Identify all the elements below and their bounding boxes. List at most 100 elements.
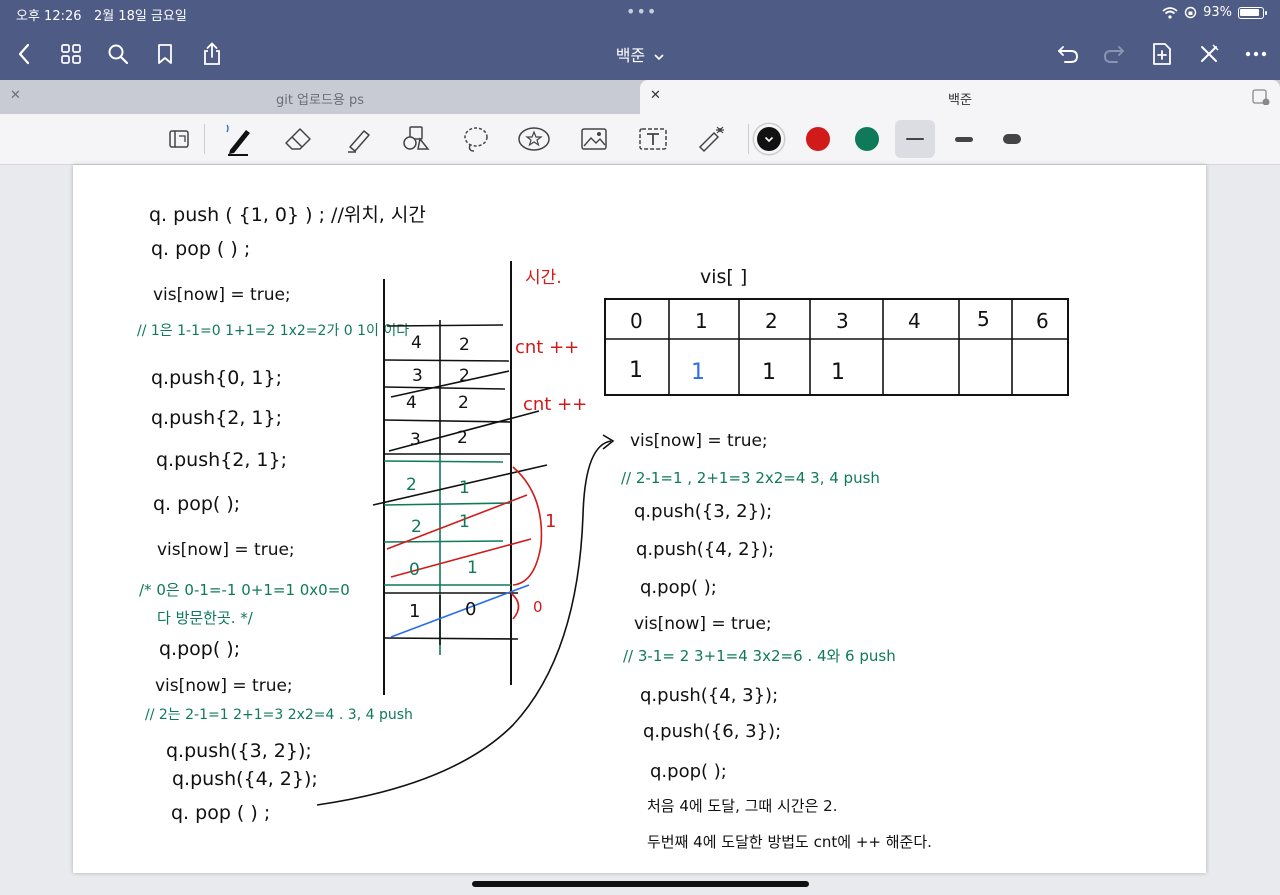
pen-tool-button[interactable] — [220, 122, 256, 156]
vis-header: 1 — [695, 309, 708, 333]
note-text: vis[now] = true; — [157, 540, 295, 560]
color-swatch-green[interactable] — [855, 127, 879, 151]
tab-baekjoon[interactable]: ✕ 백준 — [640, 80, 1280, 114]
note-comment: // 2-1=1 , 2+1=3 2x2=4 3, 4 push — [621, 469, 880, 487]
note-text: vis[now] = true; — [630, 431, 768, 451]
vis-header: 2 — [765, 309, 778, 333]
queue-cell: 1 — [409, 601, 420, 622]
note-text: 처음 4에 도달, 그때 시간은 2. — [647, 797, 837, 815]
vis-value: 1 — [831, 360, 845, 385]
page-tool-button[interactable] — [162, 122, 198, 156]
queue-cell: 2 — [459, 366, 470, 386]
note-text: q.push{0, 1}; — [151, 367, 282, 389]
note-text: q. pop ( ) ; — [151, 238, 250, 260]
page-layout-icon — [169, 130, 189, 148]
note-text: q. push ( {1, 0} ) ; //위치, 시간 — [149, 204, 426, 226]
vis-value: 1 — [691, 360, 705, 385]
more-button[interactable] — [1240, 38, 1272, 70]
tab-git[interactable]: ✕ git 업로드용 ps — [0, 80, 640, 114]
eraser-icon — [285, 128, 311, 150]
note-text: q.pop( ); — [159, 638, 240, 660]
queue-cell: 3 — [410, 430, 421, 450]
tab-bar: ✕ git 업로드용 ps ✕ 백준 — [0, 80, 1280, 114]
note-text: q.push{2, 1}; — [151, 407, 282, 429]
text-box-icon — [639, 128, 667, 150]
stroke-medium-icon — [955, 136, 973, 142]
stroke-medium-button[interactable] — [944, 120, 984, 158]
tab-label: git 업로드용 ps — [275, 93, 365, 108]
queue-cell: 3 — [412, 366, 423, 386]
vis-value: 1 — [629, 358, 643, 383]
sticker-tool-button[interactable] — [516, 122, 552, 156]
vis-header: 0 — [630, 309, 643, 333]
battery-percent: 93% — [1203, 5, 1232, 20]
handwriting-canvas: q. push ( {1, 0} ) ; //위치, 시간 q. pop ( )… — [137, 204, 1069, 851]
note-text: q.push({4, 2}); — [172, 768, 318, 790]
stroke-thick-button[interactable] — [992, 120, 1032, 158]
queue-cell: 4 — [411, 333, 422, 353]
note-page[interactable]: q. push ( {1, 0} ) ; //위치, 시간 q. pop ( )… — [73, 165, 1206, 873]
queue-cell: 2 — [406, 475, 417, 495]
home-indicator[interactable] — [472, 881, 809, 887]
undo-button[interactable] — [1052, 38, 1084, 70]
vis-header: 4 — [908, 309, 921, 333]
pen-close-icon — [1201, 44, 1219, 62]
shapes-icon — [403, 126, 430, 150]
vis-table-title: vis[ ] — [700, 266, 747, 288]
note-text: vis[now] = true; — [153, 285, 291, 305]
eraser-tool-button[interactable] — [280, 122, 316, 156]
close-editing-button[interactable] — [1193, 38, 1225, 70]
status-indicators: 93% — [1162, 5, 1267, 20]
image-icon — [581, 128, 607, 150]
vis-header: 5 — [977, 307, 990, 331]
note-text: q.pop( ); — [650, 761, 727, 782]
chevron-down-icon — [654, 54, 664, 61]
cnt-label: cnt ++ — [523, 394, 587, 415]
add-page-button[interactable] — [1146, 38, 1178, 70]
document-title[interactable]: 백준 — [0, 42, 1280, 66]
sticker-icon — [518, 127, 550, 151]
note-comment: /* 0은 0-1=-1 0+1=1 0x0=0 — [139, 581, 350, 599]
stroke-thick-icon — [1003, 134, 1021, 144]
stroke-thin-icon — [906, 138, 924, 140]
queue-cell: 1 — [459, 512, 470, 532]
redo-button[interactable] — [1098, 38, 1130, 70]
orientation-lock-icon — [1184, 6, 1197, 19]
multitask-dots-icon[interactable]: ••• — [626, 2, 657, 21]
note-text: 두번째 4에 도달한 방법도 cnt에 ++ 해준다. — [647, 833, 932, 851]
highlighter-tool-button[interactable] — [340, 122, 376, 156]
queue-cell: 4 — [406, 393, 417, 413]
queue-cell: 0 — [465, 599, 476, 620]
note-text: q.push{2, 1}; — [156, 449, 287, 471]
stroke-thin-button[interactable] — [895, 120, 935, 158]
note-text: vis[now] = true; — [634, 614, 772, 634]
note-comment: // 3-1= 2 3+1=4 3x2=6 . 4와 6 push — [623, 647, 896, 665]
queue-cell: 2 — [458, 393, 469, 413]
color-swatch-red[interactable] — [806, 127, 830, 151]
queue-cell: 2 — [459, 335, 470, 355]
image-tool-button[interactable] — [576, 122, 612, 156]
note-text: q. pop ( ) ; — [171, 802, 270, 824]
chevron-down-icon — [764, 136, 774, 143]
undo-icon — [1058, 46, 1078, 63]
queue-cell: 1 — [459, 478, 470, 498]
text-tool-button[interactable] — [635, 122, 671, 156]
color-swatch-black[interactable] — [757, 127, 781, 151]
time-label: 시간. — [525, 268, 562, 288]
split-view-icon[interactable] — [1252, 89, 1270, 105]
queue-cell: 1 — [467, 558, 478, 578]
navigation-bar: 백준 — [0, 28, 1280, 80]
lasso-tool-button[interactable] — [458, 122, 494, 156]
lasso-icon — [464, 127, 488, 152]
queue-cell: 0 — [409, 560, 420, 580]
toolbar-divider — [748, 124, 749, 154]
status-date: 2월 18일 금요일 — [93, 9, 187, 24]
bracket-label: 1 — [545, 511, 556, 532]
vis-table: vis[ ] 0 1 2 3 4 5 6 1 1 1 1 — [604, 266, 1069, 396]
laser-pointer-button[interactable] — [694, 122, 730, 156]
more-icon — [1245, 51, 1267, 57]
pen-icon — [226, 124, 250, 156]
note-text: q. pop( ); — [153, 493, 240, 515]
vis-header: 3 — [836, 309, 849, 333]
shapes-tool-button[interactable] — [398, 122, 434, 156]
